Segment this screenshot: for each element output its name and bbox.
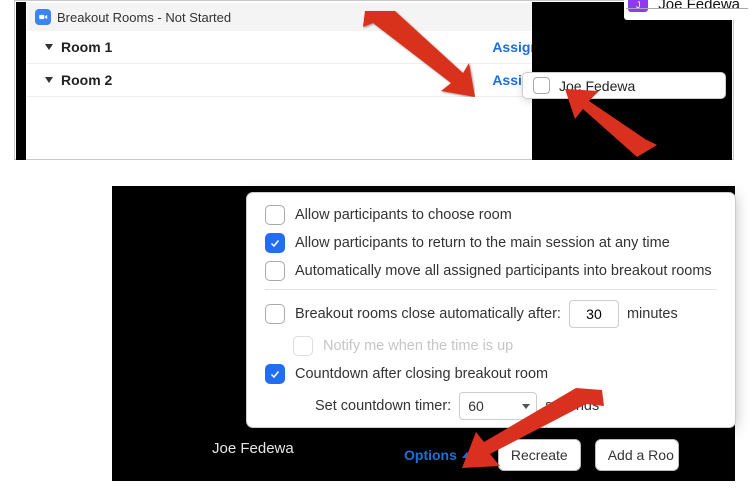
participant-badge-name: Joe Fedewa <box>658 0 740 13</box>
checkbox[interactable] <box>265 261 285 281</box>
options-button[interactable]: Options <box>392 440 484 470</box>
countdown-label: Set countdown timer: <box>315 398 451 414</box>
countdown-timer-row: Set countdown timer: 60 seconds <box>315 392 717 420</box>
option-label: Breakout rooms close automatically after… <box>295 306 561 322</box>
chevron-down-icon <box>45 44 53 50</box>
breakout-rooms-window: Breakout Rooms - Not Started ✕ Room 1 As… <box>27 3 557 158</box>
options-button-label: Options <box>404 447 457 463</box>
recreate-button[interactable]: Recreate <box>498 439 581 471</box>
countdown-value: 60 <box>468 398 484 414</box>
room-row-1[interactable]: Room 1 Assign <box>27 31 557 64</box>
checkbox[interactable] <box>265 205 285 225</box>
option-label: Automatically move all assigned particip… <box>295 263 712 279</box>
room-name: Room 2 <box>61 72 492 88</box>
option-auto-move[interactable]: Automatically move all assigned particip… <box>265 261 717 281</box>
participant-checkbox[interactable] <box>533 77 550 94</box>
option-auto-close[interactable]: Breakout rooms close automatically after… <box>265 300 717 328</box>
option-label: Countdown after closing breakout room <box>295 366 548 382</box>
recreate-button-label: Recreate <box>511 447 568 463</box>
option-return-main[interactable]: Allow participants to return to the main… <box>265 233 717 253</box>
checkbox-checked[interactable] <box>265 364 285 384</box>
window-titlebar: Breakout Rooms - Not Started ✕ <box>27 3 557 31</box>
countdown-suffix: seconds <box>545 398 599 414</box>
minutes-input[interactable] <box>569 300 619 328</box>
checkbox-disabled <box>293 336 313 356</box>
window-title: Breakout Rooms - Not Started <box>57 10 231 25</box>
divider <box>265 289 717 290</box>
dark-strip-left <box>16 2 26 160</box>
countdown-select[interactable]: 60 <box>459 392 537 420</box>
footer-buttons: Options Recreate Add a Roo <box>392 439 679 471</box>
chevron-down-icon <box>45 77 53 83</box>
option-choose-room[interactable]: Allow participants to choose room <box>265 205 717 225</box>
breakout-rooms-panel: Breakout Rooms - Not Started ✕ Room 1 As… <box>14 0 734 160</box>
minutes-suffix: minutes <box>627 306 678 322</box>
current-user-name: Joe Fedewa <box>212 440 294 457</box>
option-label: Allow participants to choose room <box>295 207 512 223</box>
checkbox[interactable] <box>265 304 285 324</box>
zoom-icon <box>35 9 51 25</box>
options-popover: Allow participants to choose room Allow … <box>246 192 736 428</box>
assign-participant-popup: Joe Fedewa <box>522 72 726 99</box>
option-notify-time: Notify me when the time is up <box>293 336 717 356</box>
avatar-initial: J <box>628 0 648 12</box>
add-room-button-label: Add a Roo <box>608 447 674 463</box>
option-label: Allow participants to return to the main… <box>295 235 670 251</box>
option-countdown[interactable]: Countdown after closing breakout room <box>265 364 717 384</box>
chevron-up-icon <box>462 452 472 458</box>
strikethrough <box>626 8 748 9</box>
options-panel: Allow participants to choose room Allow … <box>112 186 735 481</box>
chevron-down-icon <box>522 404 530 409</box>
add-room-button[interactable]: Add a Roo <box>595 439 679 471</box>
option-label: Notify me when the time is up <box>323 338 513 354</box>
room-row-2[interactable]: Room 2 Assign <box>27 64 557 97</box>
participant-name: Joe Fedewa <box>559 78 635 94</box>
participant-badge: J Joe Fedewa <box>624 0 750 20</box>
checkbox-checked[interactable] <box>265 233 285 253</box>
room-name: Room 1 <box>61 39 492 55</box>
